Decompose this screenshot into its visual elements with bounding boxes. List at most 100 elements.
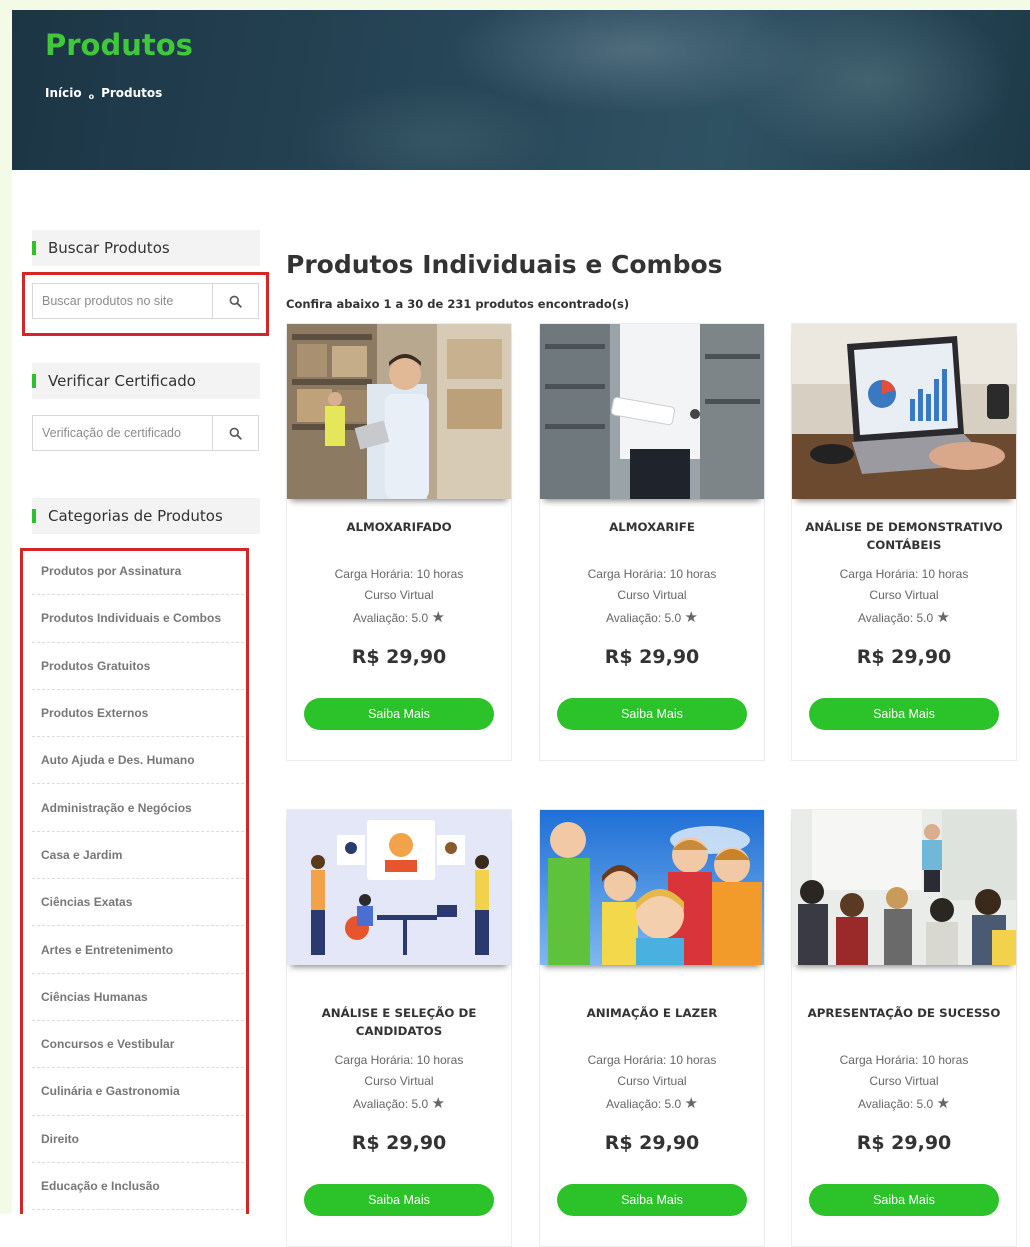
certificate-input[interactable]: [33, 416, 212, 450]
product-card: ANIMAÇÃO E LAZER Carga Horária: 10 horas…: [539, 809, 765, 1247]
category-link[interactable]: Produtos por Assinatura: [32, 548, 244, 596]
product-rating: Avaliação: 5.0 ★: [540, 608, 764, 626]
product-card: ALMOXARIFADO Carga Horária: 10 horas Cur…: [286, 323, 512, 761]
product-search-input[interactable]: [33, 284, 212, 318]
warehouse-worker-tablet-image: [287, 324, 511, 499]
product-hours: Carga Horária: 10 horas: [839, 1053, 969, 1067]
product-type: Curso Virtual: [364, 1074, 434, 1088]
saiba-mais-button[interactable]: Saiba Mais: [304, 1184, 494, 1216]
star-icon: ★: [684, 609, 698, 626]
star-icon: ★: [936, 1095, 950, 1112]
search-widget-title-text: Buscar Produtos: [48, 239, 170, 257]
product-image[interactable]: [540, 324, 764, 499]
title-accent-bar: [32, 374, 36, 388]
kids-sky-image: [540, 810, 764, 965]
warehouse-clipboard-image: [540, 324, 764, 499]
product-name[interactable]: ANIMAÇÃO E LAZER: [546, 1004, 758, 1044]
category-link[interactable]: Casa e Jardim: [32, 832, 244, 880]
product-type: Curso Virtual: [617, 1074, 687, 1088]
product-image[interactable]: [287, 324, 511, 499]
search-icon: [229, 295, 242, 308]
category-link[interactable]: Educação e Inclusão: [32, 1163, 244, 1211]
search-icon: [229, 427, 242, 440]
product-name[interactable]: ALMOXARIFADO: [293, 518, 505, 558]
category-link[interactable]: Artes e Entretenimento: [32, 926, 244, 974]
product-price: R$ 29,90: [604, 646, 700, 668]
product-name[interactable]: APRESENTAÇÃO DE SUCESSO: [798, 1004, 1010, 1044]
product-image[interactable]: [792, 324, 1016, 499]
rating-text: Avaliação: 5.0: [858, 611, 934, 625]
product-hours: Carga Horária: 10 horas: [587, 1053, 717, 1067]
product-hours: Carga Horária: 10 horas: [839, 567, 969, 581]
presentation-audience-image: [792, 810, 1016, 965]
product-image[interactable]: [792, 810, 1016, 965]
certificate-widget-title-text: Verificar Certificado: [48, 372, 196, 390]
rating-text: Avaliação: 5.0: [353, 611, 429, 625]
categories-widget-title-text: Categorias de Produtos: [48, 507, 223, 525]
recruitment-illustration-image: [287, 810, 511, 965]
product-hours: Carga Horária: 10 horas: [587, 567, 717, 581]
saiba-mais-button[interactable]: Saiba Mais: [809, 698, 999, 730]
laptop-charts-image: [792, 324, 1016, 499]
product-card: ANÁLISE E SELEÇÃO DE CANDIDATOS Carga Ho…: [286, 809, 512, 1247]
rating-text: Avaliação: 5.0: [858, 1097, 934, 1111]
product-price: R$ 29,90: [351, 1132, 447, 1154]
product-search-form: [32, 283, 259, 319]
rating-text: Avaliação: 5.0: [353, 1097, 429, 1111]
category-link[interactable]: Auto Ajuda e Des. Humano: [32, 737, 244, 785]
categories-widget-title: Categorias de Produtos: [32, 498, 260, 534]
product-price: R$ 29,90: [856, 646, 952, 668]
product-search-button[interactable]: [212, 284, 258, 318]
title-accent-bar: [32, 241, 36, 255]
breadcrumb-separator: o: [88, 91, 95, 101]
product-price: R$ 29,90: [604, 1132, 700, 1154]
category-link[interactable]: Produtos Externos: [32, 690, 244, 738]
saiba-mais-button[interactable]: Saiba Mais: [304, 698, 494, 730]
product-name[interactable]: ANÁLISE DE DEMONSTRATIVO CONTÁBEIS: [798, 518, 1010, 558]
certificate-search-button[interactable]: [212, 416, 258, 450]
section-title: Produtos Individuais e Combos: [286, 250, 723, 279]
star-icon: ★: [936, 609, 950, 626]
saiba-mais-button[interactable]: Saiba Mais: [557, 1184, 747, 1216]
category-link[interactable]: Ciências Humanas: [32, 974, 244, 1021]
breadcrumb-home-link[interactable]: Início: [45, 86, 82, 100]
product-hours: Carga Horária: 10 horas: [334, 1053, 464, 1067]
category-link[interactable]: Administração e Negócios: [32, 784, 244, 832]
product-type: Curso Virtual: [869, 1074, 939, 1088]
category-link[interactable]: Culinária e Gastronomia: [32, 1068, 244, 1116]
category-list: Produtos por Assinatura Produtos Individ…: [32, 548, 244, 1211]
product-price: R$ 29,90: [856, 1132, 952, 1154]
product-rating: Avaliação: 5.0 ★: [287, 1094, 511, 1112]
category-link[interactable]: Produtos Gratuitos: [32, 643, 244, 690]
category-link[interactable]: Direito: [32, 1116, 244, 1163]
result-count: Confira abaixo 1 a 30 de 231 produtos en…: [286, 297, 630, 311]
certificate-widget-title: Verificar Certificado: [32, 363, 260, 399]
product-rating: Avaliação: 5.0 ★: [287, 608, 511, 626]
star-icon: ★: [431, 1095, 445, 1112]
product-card: APRESENTAÇÃO DE SUCESSO Carga Horária: 1…: [791, 809, 1017, 1247]
product-name[interactable]: ALMOXARIFE: [546, 518, 758, 558]
saiba-mais-button[interactable]: Saiba Mais: [809, 1184, 999, 1216]
page-title: Produtos: [45, 28, 193, 62]
certificate-form: [32, 415, 259, 451]
product-rating: Avaliação: 5.0 ★: [792, 1094, 1016, 1112]
breadcrumb-current: Produtos: [101, 86, 163, 100]
category-link[interactable]: Produtos Individuais e Combos: [32, 595, 244, 643]
product-hours: Carga Horária: 10 horas: [334, 567, 464, 581]
product-image[interactable]: [287, 810, 511, 965]
product-card: ALMOXARIFE Carga Horária: 10 horas Curso…: [539, 323, 765, 761]
product-price: R$ 29,90: [351, 646, 447, 668]
rating-text: Avaliação: 5.0: [606, 1097, 682, 1111]
search-widget-title: Buscar Produtos: [32, 230, 260, 266]
rating-text: Avaliação: 5.0: [606, 611, 682, 625]
category-link[interactable]: Ciências Exatas: [32, 879, 244, 927]
product-rating: Avaliação: 5.0 ★: [540, 1094, 764, 1112]
product-type: Curso Virtual: [869, 588, 939, 602]
category-link[interactable]: Concursos e Vestibular: [32, 1021, 244, 1069]
title-accent-bar: [32, 509, 36, 523]
product-type: Curso Virtual: [364, 588, 434, 602]
saiba-mais-button[interactable]: Saiba Mais: [557, 698, 747, 730]
product-image[interactable]: [540, 810, 764, 965]
product-name[interactable]: ANÁLISE E SELEÇÃO DE CANDIDATOS: [293, 1004, 505, 1044]
breadcrumb: Início o Produtos: [45, 86, 163, 101]
